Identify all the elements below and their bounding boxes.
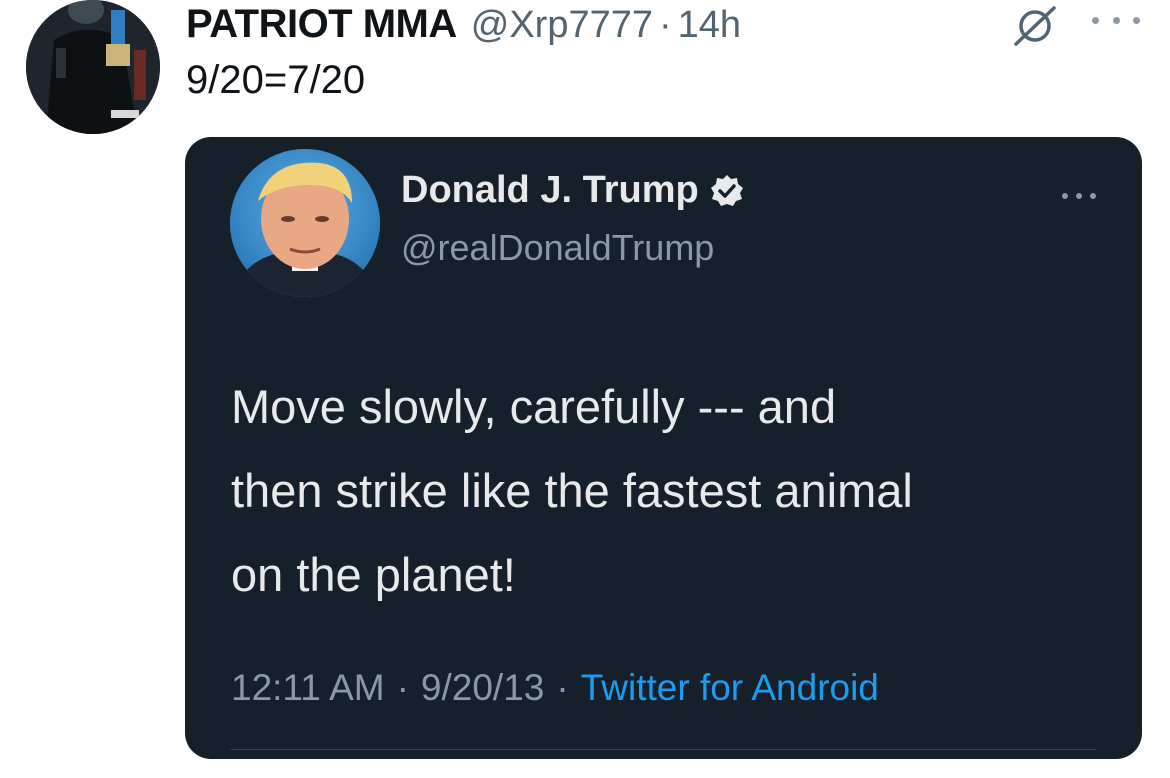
dot <box>1076 193 1082 199</box>
author-display-name[interactable]: PATRIOT MMA <box>186 2 457 47</box>
author-handle[interactable]: @Xrp7777 <box>471 4 653 47</box>
meta-separator: · <box>556 667 569 708</box>
embedded-author-avatar <box>230 149 380 297</box>
dot <box>1112 16 1120 24</box>
dot <box>1090 193 1096 199</box>
embedded-author-handle: @realDonaldTrump <box>401 227 715 268</box>
author-avatar[interactable] <box>26 0 160 134</box>
post-header: PATRIOT MMA @Xrp7777 · 14h <box>186 2 741 48</box>
grok-icon[interactable] <box>1010 4 1060 48</box>
embedded-text-line: then strike like the fastest animal <box>231 464 913 517</box>
divider <box>231 749 1096 750</box>
dot <box>1062 193 1068 199</box>
embedded-header: Donald J. Trump <box>401 169 745 212</box>
embedded-tweet-text: Move slowly, carefully --- and then stri… <box>231 365 1111 617</box>
more-options-icon[interactable] <box>1092 10 1140 30</box>
header-separator: · <box>659 4 672 46</box>
embedded-author-display-name: Donald J. Trump <box>401 169 699 211</box>
post-timestamp[interactable]: 14h <box>678 4 741 47</box>
verified-badge-icon <box>710 174 743 206</box>
embedded-date: 9/20/13 <box>420 667 545 708</box>
embedded-text-line: on the planet! <box>231 548 516 601</box>
embedded-source: Twitter for Android <box>580 667 879 708</box>
embedded-time: 12:11 AM <box>231 667 385 708</box>
meta-separator: · <box>396 667 409 708</box>
dot <box>1092 16 1099 24</box>
user-avatar-icon <box>26 0 160 134</box>
dot <box>1133 16 1140 24</box>
embedded-text-line: Move slowly, carefully --- and <box>231 380 837 433</box>
embedded-tweet-meta: 12:11 AM · 9/20/13 · Twitter for Android <box>231 667 879 709</box>
embedded-more-options-icon <box>1062 191 1096 201</box>
post-text: 9/20=7/20 <box>186 58 366 102</box>
user-avatar-icon <box>230 149 380 297</box>
embedded-tweet-image[interactable]: Donald J. Trump @realDonaldTrump Move sl… <box>185 137 1142 759</box>
